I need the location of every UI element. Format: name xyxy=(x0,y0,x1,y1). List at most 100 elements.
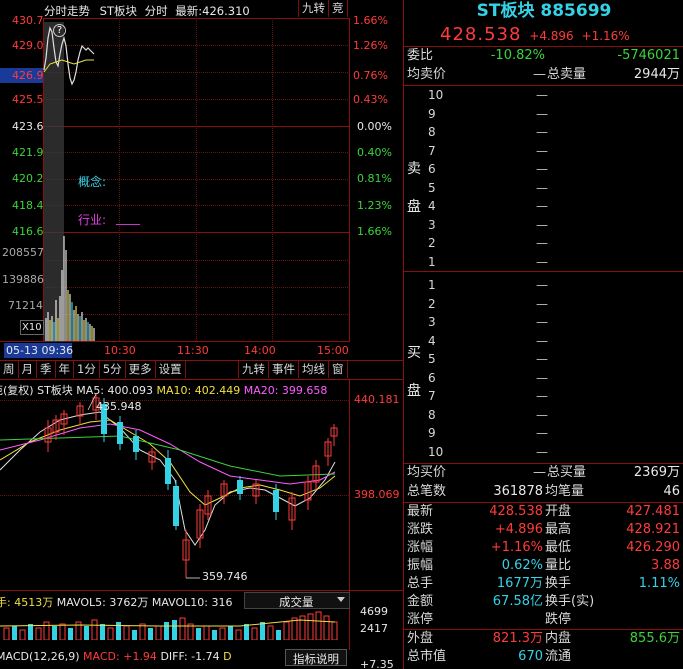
quote-price-line: 428.538 +4.896 +1.16% xyxy=(440,24,630,45)
dash-text: — xyxy=(536,333,548,348)
stat-label: 振幅 xyxy=(407,558,434,573)
kline-axis-mid: 398.069 xyxy=(354,488,400,501)
stat-label: 最低 xyxy=(545,540,572,555)
kline-tool-tabs: 九转 事件 均线 窗 xyxy=(238,361,348,378)
buy-level: 1 xyxy=(428,278,436,292)
buy-level: 10 xyxy=(428,444,444,459)
tab-quarter[interactable]: 季 xyxy=(37,361,56,378)
stat-row: 涨停 跌停 xyxy=(405,611,683,629)
sell-levels: 10 9 8 7 6 5 4 3 2 1 xyxy=(428,86,443,271)
stat-value: 1677万 xyxy=(496,576,543,591)
macd-value: MACD: +1.94 xyxy=(83,650,157,663)
kline-panel: 周 月 季 年 1分 5分 更多 设置 九转 事件 均线 窗 范(复权) ST板… xyxy=(0,360,404,669)
tab-week[interactable]: 周 xyxy=(0,361,19,378)
time-label: 14:00 xyxy=(244,344,276,357)
stat-label: 涨幅 xyxy=(407,540,434,555)
dash-text: — xyxy=(536,236,548,250)
vol-axis-top: 4699 xyxy=(360,605,388,618)
buy-level: 5 xyxy=(428,352,436,366)
tab-jiuzhuan-kline[interactable]: 九转 xyxy=(238,361,269,378)
intraday-plot xyxy=(43,22,95,342)
quote-title: ST板块 885699 xyxy=(405,0,683,22)
sell-level: 9 xyxy=(428,106,436,121)
stat-label: 金额 xyxy=(407,594,434,609)
dash-text: — xyxy=(536,407,548,422)
price-spike-area xyxy=(44,22,64,342)
stat-value: 1.11% xyxy=(638,576,680,591)
tab-more[interactable]: 更多 xyxy=(126,361,156,378)
tab-month[interactable]: 月 xyxy=(19,361,37,378)
dash-text: — xyxy=(536,106,548,121)
dash-text: — xyxy=(536,143,548,158)
kline-candles xyxy=(0,393,338,579)
kline-volume-bars xyxy=(0,611,338,640)
buy-total-value: 2369万 xyxy=(633,465,680,480)
sell-level: 1 xyxy=(428,254,436,269)
candle-group xyxy=(44,394,338,578)
sell-level: 8 xyxy=(428,125,436,139)
stat-label: 外盘 xyxy=(407,631,434,646)
divider xyxy=(0,590,404,591)
sell-level: 6 xyxy=(428,162,436,176)
question-icon[interactable]: ? xyxy=(53,24,66,37)
quote-change: +4.896 xyxy=(529,29,574,43)
stat-row: 振幅 0.62% 量比 3.88 xyxy=(405,557,683,575)
kline-axis-top: 440.181 xyxy=(354,393,400,406)
dash-text: — xyxy=(536,88,548,102)
dash-text: — xyxy=(536,125,548,139)
stat-value: 427.481 xyxy=(626,504,680,519)
sell-level: 7 xyxy=(428,143,436,158)
weibi-value: -10.82% xyxy=(490,48,545,63)
weibi-row: 委比 -10.82% -5746021 xyxy=(405,47,683,65)
dash-text: — xyxy=(533,465,546,480)
sell-avg-label: 均卖价 xyxy=(407,67,447,82)
stat-value: 0.62% xyxy=(501,558,543,573)
tab-window[interactable]: 窗 xyxy=(329,361,348,378)
volume-indicator-select[interactable]: 成交量 xyxy=(244,592,350,609)
tab-ma[interactable]: 均线 xyxy=(299,361,329,378)
tab-5min[interactable]: 5分 xyxy=(100,361,126,378)
tab-year[interactable]: 年 xyxy=(56,361,74,378)
volume-legend: 手: 4513万 MAVOL5: 3762万 MAVOL10: 316 xyxy=(0,594,232,610)
high-marker-line xyxy=(87,393,97,411)
sell-total-value: 2944万 xyxy=(633,67,680,82)
tab-1min[interactable]: 1分 xyxy=(74,361,100,378)
stat-label: 总市值 xyxy=(407,649,447,664)
stat-label: 量比 xyxy=(545,558,572,573)
sell-level: 4 xyxy=(428,199,436,213)
buy-char: 买 xyxy=(407,345,421,361)
mavol10-value: MAVOL10: 316 xyxy=(151,596,233,609)
intraday-panel: 分时走势 ST板块 分时 最新:426.310 九转 竞 430.7 429.0… xyxy=(0,0,400,360)
stat-value: 426.290 xyxy=(626,540,680,555)
stat-value: 855.6万 xyxy=(629,631,680,646)
stat-row: 总笔数 361878 均笔量 46 xyxy=(405,483,683,501)
buy-dashes: — — — — — — — — — — xyxy=(536,276,548,461)
tab-events[interactable]: 事件 xyxy=(269,361,299,378)
panel-divider xyxy=(403,0,404,669)
buy-level: 8 xyxy=(428,407,436,422)
buy-avg-label: 均买价 xyxy=(407,465,447,480)
dea-value: D xyxy=(223,650,232,663)
industry-value-link[interactable]: ____ xyxy=(116,212,140,225)
sell-level: 3 xyxy=(428,217,436,232)
dash-text: — xyxy=(536,370,548,385)
buy-char: 盘 xyxy=(407,383,421,399)
stat-row: 最新 428.538 开盘 427.481 xyxy=(405,503,683,521)
stat-value: 428.538 xyxy=(489,504,543,519)
sell-side-label: 卖 盘 xyxy=(407,150,423,226)
sector-code: 885699 xyxy=(540,1,612,21)
stat-value: 821.3万 xyxy=(492,631,543,646)
industry-label: 行业: xyxy=(78,213,107,227)
macd-name: MACD(12,26,9) xyxy=(0,650,80,663)
stat-row: 涨幅 +1.16% 最低 426.290 xyxy=(405,539,683,557)
stat-value: 361878 xyxy=(493,484,543,499)
weibi-label: 委比 xyxy=(407,48,434,63)
indicator-help-button[interactable]: 指标说明 xyxy=(285,649,347,666)
vol-value: 手: 4513万 xyxy=(0,596,54,609)
concept-label: 概念: xyxy=(78,175,107,189)
dash-text: — xyxy=(536,217,548,232)
sell-summary-row: 均卖价 — 总卖量 2944万 xyxy=(405,66,683,84)
sell-char: 盘 xyxy=(407,199,421,215)
tab-settings[interactable]: 设置 xyxy=(156,361,186,378)
buy-level: 9 xyxy=(428,426,436,440)
